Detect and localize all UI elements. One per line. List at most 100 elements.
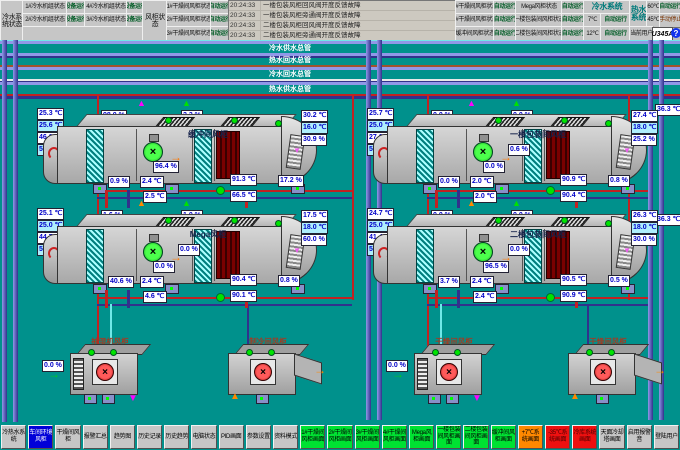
alarm-time: 20:24:33 bbox=[229, 11, 261, 20]
exhaust-fan-icon: × bbox=[594, 363, 612, 381]
ahu-unit[interactable]: 24.7 ℃ 25.0 ℃ 41.4 % 50.0 % 0.0 % 0.0 % … bbox=[365, 208, 660, 308]
ahu-supply-temp: 17.5 ℃ bbox=[301, 210, 328, 222]
toolbar-button[interactable]: 历史记录 bbox=[137, 425, 162, 449]
exhaust-unit[interactable]: 干燥间风柜 × → ▼ ▲ → bbox=[538, 336, 678, 406]
cold-return-line bbox=[0, 79, 680, 81]
section-divider bbox=[466, 229, 467, 281]
toolbar-button[interactable]: 2#干燥间风柜画面 bbox=[327, 425, 352, 449]
toolbar-button[interactable]: 车间环境风柜 bbox=[28, 425, 53, 449]
ahu-supply-temp: 26.3 ℃ bbox=[631, 210, 658, 222]
ahu-name-label: 缓冲间风柜 bbox=[145, 129, 271, 140]
status-light bbox=[275, 120, 282, 127]
status-light bbox=[608, 349, 615, 356]
status-light bbox=[605, 120, 612, 127]
toolbar-button[interactable]: 参数设置 bbox=[246, 425, 271, 449]
toolbar-button[interactable]: +7℃系统画面 bbox=[518, 425, 543, 449]
bypass-arrow-icon: ▼ bbox=[293, 146, 301, 155]
alarm-time: 20:24:33 bbox=[229, 31, 261, 40]
exhaust-unit[interactable]: 制冷间风柜 × → ▼ ▲ → bbox=[198, 336, 338, 406]
toolbar-button[interactable]: -35℃系统画面 bbox=[545, 425, 570, 449]
ahu-unit[interactable]: 25.1 ℃ 25.0 ℃ 44.7 % 50.0 % 1.6 % 1.0 % … bbox=[35, 208, 330, 308]
ahu-unit[interactable]: 25.3 ℃ 25.6 ℃ 46.0 % 50.0 % 98.0 % 2.3 %… bbox=[35, 108, 330, 208]
toolbar-button[interactable]: 缓冲间风柜画面 bbox=[491, 425, 516, 449]
status-light bbox=[268, 349, 275, 356]
hvac-scada-screen: 冷水系统状态 1#冷水机组状态 设备运行 4#冷水机组状态 设备运行 2#冷水机… bbox=[0, 0, 680, 450]
section-divider bbox=[136, 229, 137, 281]
water-return-branch-pipe bbox=[457, 190, 460, 208]
bypass-valve-pct: 0.8 % bbox=[278, 275, 300, 287]
inflow-arrow-icon: ▲ bbox=[570, 392, 580, 401]
ahu-return-temp: 25.3 ℃ bbox=[37, 108, 64, 120]
toolbar-button[interactable]: 资料模式 bbox=[273, 425, 298, 449]
status-light bbox=[110, 349, 117, 356]
ahu-mid-value: 96.5 % bbox=[483, 261, 509, 273]
exhaust-unit[interactable]: 抽湿机风柜 × 0.0 % → ▼ ▲ → bbox=[40, 336, 180, 406]
ahu-mid-value: 0.0 % bbox=[508, 244, 530, 256]
ahu-name-label: 二楼包装间风柜 bbox=[475, 229, 601, 240]
riser-pipe bbox=[13, 40, 18, 422]
ahu-return-temp: 25.7 ℃ bbox=[367, 108, 394, 120]
status-light bbox=[275, 220, 282, 227]
bottom-toolbar: 冷热水系统车间环境风柜干燥间风柜报警汇总趋势图历史记录历史趋势电脑状态PID画面… bbox=[0, 424, 680, 450]
ahu-supply-temp: 30.2 ℃ bbox=[301, 110, 328, 122]
ahu-supply-humidity: 60.0 % bbox=[301, 234, 327, 246]
water-temp-value: 2.4 ℃ bbox=[140, 176, 164, 188]
status-light bbox=[165, 117, 172, 124]
toolbar-button[interactable]: PID画面 bbox=[219, 425, 244, 449]
status-light bbox=[454, 349, 461, 356]
status-light bbox=[231, 217, 238, 224]
exhaust-unit[interactable]: 干燥间风柜 × 0.0 % → ▼ ▲ → bbox=[384, 336, 524, 406]
toolbar-button[interactable]: 冷库系统画面 bbox=[572, 425, 597, 449]
outflow-arrow-icon: ▼ bbox=[472, 394, 482, 403]
hot-water-temp-value: 90.1 ℃ bbox=[230, 290, 257, 302]
ahu-supply-setpoint: 18.0 ℃ bbox=[631, 222, 658, 234]
water-return-branch-pipe bbox=[127, 190, 130, 208]
toolbar-button[interactable]: 天面冷却塔画面 bbox=[599, 425, 624, 449]
toolbar-button[interactable]: 启用报警音 bbox=[627, 425, 652, 449]
hot-supply-line bbox=[0, 94, 680, 96]
toolbar-button[interactable]: 历史趋势 bbox=[164, 425, 189, 449]
valve-open-pct: 0.0 % bbox=[438, 176, 460, 188]
inlet-grille-icon bbox=[73, 358, 84, 390]
ahu-unit[interactable]: 25.7 ℃ 25.0 ℃ 27.6 % 50.0 % 0.0 % 0.0 % … bbox=[365, 108, 660, 208]
toolbar-button[interactable]: 二楼包装间风柜画面 bbox=[463, 425, 488, 449]
toolbar-button[interactable]: 冷热水系统 bbox=[1, 425, 26, 449]
damper-actuator-icon bbox=[165, 284, 179, 294]
pipe-label: 热水供水总管 bbox=[245, 84, 335, 94]
toolbar-button[interactable]: 一楼包装间风柜画面 bbox=[436, 425, 461, 449]
bypass-arrow-icon: ▼ bbox=[293, 246, 301, 255]
toolbar-button[interactable]: 登陆用户 bbox=[654, 425, 679, 449]
water-temp-value: 2.5 ℃ bbox=[143, 191, 167, 203]
status-light bbox=[605, 220, 612, 227]
toolbar-button[interactable]: 电脑状态 bbox=[191, 425, 216, 449]
outflow-arrow-icon: ▼ bbox=[128, 394, 138, 403]
flow-arrow-icon: ▲ bbox=[182, 99, 191, 108]
pipe-label: 冷水供水总管 bbox=[245, 43, 335, 53]
alarm-text: 二楼包装风柜旁通阀开度反馈故障 bbox=[261, 31, 456, 40]
alarm-row[interactable]: 20:24:33 一楼包装风柜旁通阀开度反馈故障 bbox=[229, 11, 456, 21]
supply-fan-icon: × bbox=[473, 142, 493, 162]
toolbar-button[interactable]: 1#干燥间风柜画面 bbox=[300, 425, 325, 449]
inflow-arrow-icon: → bbox=[48, 370, 60, 379]
alarm-row[interactable]: 20:24:33 二楼包装风柜回风阀开度反馈故障 bbox=[229, 21, 456, 31]
alarm-text: 一楼包装风柜旁通阀开度反馈故障 bbox=[261, 11, 456, 20]
ahu-mid-value: 0.0 % bbox=[178, 244, 200, 256]
alarm-time: 20:24:33 bbox=[229, 21, 261, 30]
valve-open-pct: 0.9 % bbox=[108, 176, 130, 188]
toolbar-button[interactable]: 趋势图 bbox=[110, 425, 135, 449]
toolbar-button[interactable]: 4#干燥间风柜画面 bbox=[382, 425, 407, 449]
ahu-return-temp: 25.1 ℃ bbox=[37, 208, 64, 220]
hot-water-temp-value: 90.9 ℃ bbox=[560, 174, 587, 186]
help-icon[interactable]: ? bbox=[671, 28, 680, 38]
alarm-row[interactable]: 20:24:33 一楼包装风柜回风阀开度反馈故障 bbox=[229, 1, 456, 11]
toolbar-button[interactable]: 3#干燥间风柜画面 bbox=[355, 425, 380, 449]
water-return-branch-pipe bbox=[127, 290, 130, 308]
pipe-label: 热水回水总管 bbox=[245, 55, 335, 65]
toolbar-button[interactable]: Mega风柜画面 bbox=[409, 425, 434, 449]
ahu-mid-value: 0.0 % bbox=[153, 261, 175, 273]
water-return-branch-pipe bbox=[457, 290, 460, 308]
water-temp-value: 4.6 ℃ bbox=[143, 291, 167, 303]
toolbar-button[interactable]: 报警汇总 bbox=[83, 425, 108, 449]
toolbar-button[interactable]: 干燥间风柜 bbox=[55, 425, 80, 449]
ahu-supply-setpoint: 16.0 ℃ bbox=[301, 122, 328, 134]
